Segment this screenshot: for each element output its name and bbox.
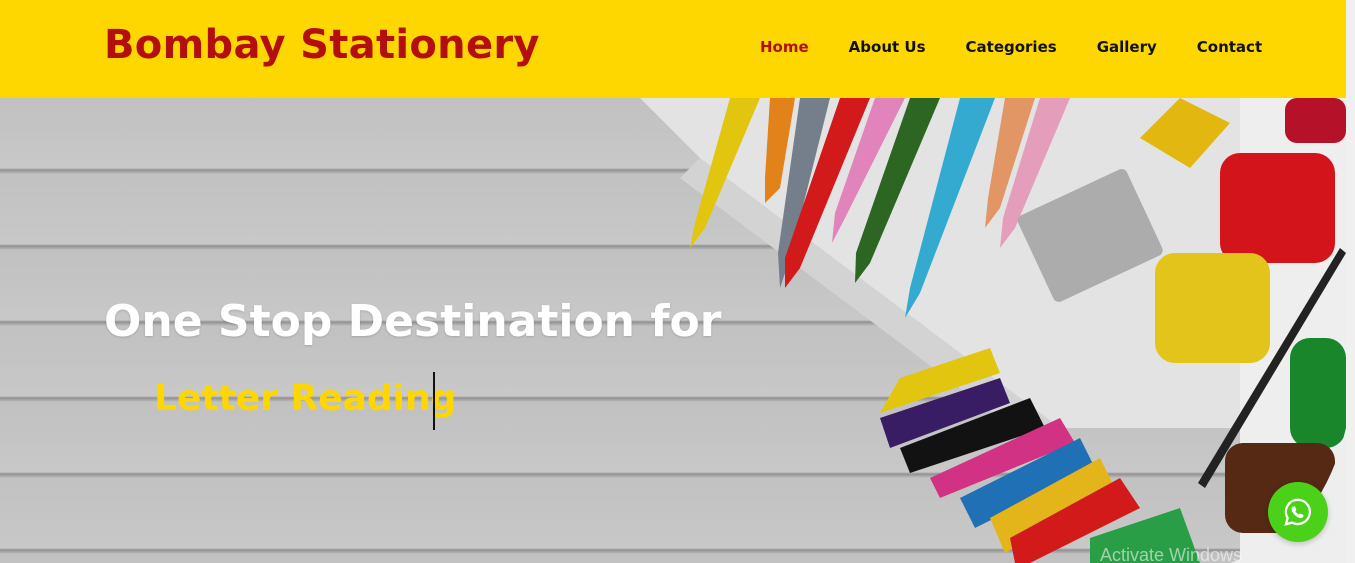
hero-banner: One Stop Destination for Letter Reading [0,98,1346,563]
hero-title: One Stop Destination for [104,296,722,347]
nav-about-us[interactable]: About Us [849,38,926,56]
nav-gallery[interactable]: Gallery [1097,38,1157,56]
nav-categories[interactable]: Categories [966,38,1057,56]
brand-logo[interactable]: Bombay Stationery [104,22,540,68]
nav-home[interactable]: Home [760,38,809,56]
main-nav: Home About Us Categories Gallery Contact [760,38,1302,56]
site-header: Bombay Stationery Home About Us Categori… [0,0,1346,98]
typing-cursor [433,372,435,430]
hero-typed-text: Letter Reading [154,378,457,419]
windows-activation-watermark: Activate Windows [1100,545,1243,563]
page-scrollbar[interactable] [1346,0,1355,563]
whatsapp-icon [1284,498,1311,526]
whatsapp-button[interactable] [1268,482,1328,542]
nav-contact[interactable]: Contact [1197,38,1262,56]
